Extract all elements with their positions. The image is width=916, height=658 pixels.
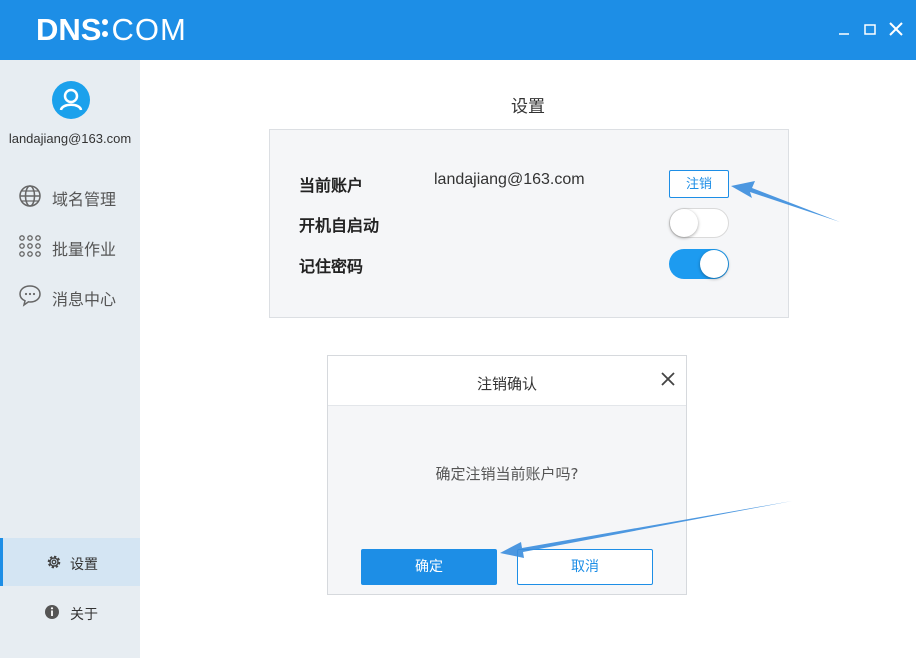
app-logo: DNS COM <box>36 12 187 47</box>
sidebar-item-about[interactable]: 关于 <box>0 588 140 636</box>
sidebar-item-label: 域名管理 <box>52 190 117 209</box>
globe-icon <box>19 185 41 207</box>
dialog-title: 注销确认 <box>476 375 537 393</box>
dialog-header: 注销确认 <box>328 356 686 406</box>
sidebar-item-label: 消息中心 <box>52 290 117 309</box>
remember-password-toggle[interactable] <box>669 249 729 279</box>
minimize-icon[interactable] <box>836 20 854 38</box>
chat-bubble-icon <box>19 285 41 307</box>
sidebar-item-settings[interactable]: 设置 <box>0 538 140 586</box>
sidebar-item-batch-jobs[interactable]: 批量作业 <box>0 226 140 266</box>
sidebar-item-label: 批量作业 <box>52 240 117 259</box>
remember-password-label: 记住密码 <box>299 257 364 276</box>
info-icon <box>45 605 59 619</box>
confirm-button[interactable]: 确定 <box>361 549 497 585</box>
sidebar-item-domain-management[interactable]: 域名管理 <box>0 176 140 216</box>
toggle-knob <box>700 250 728 278</box>
sidebar-item-message-center[interactable]: 消息中心 <box>0 276 140 316</box>
title-bar: DNS COM <box>0 0 916 60</box>
current-account-label: 当前账户 <box>299 176 364 195</box>
user-icon <box>59 88 83 111</box>
autostart-label: 开机自启动 <box>299 216 380 235</box>
current-account-value: landajiang@163.com <box>434 171 585 188</box>
page-title: 设置 <box>511 97 545 117</box>
grid-dots-icon <box>19 235 41 257</box>
maximize-icon[interactable] <box>862 20 880 38</box>
sidebar-item-label: 关于 <box>70 607 98 623</box>
user-email: landajiang@163.com <box>8 131 132 146</box>
close-icon[interactable] <box>887 20 905 38</box>
close-icon[interactable] <box>660 371 676 387</box>
dialog-message: 确定注销当前账户吗? <box>435 465 579 483</box>
avatar[interactable] <box>52 81 90 119</box>
sidebar-item-label: 设置 <box>70 557 98 573</box>
gear-icon <box>47 555 61 569</box>
logout-button[interactable]: 注销 <box>669 170 729 198</box>
cancel-button[interactable]: 取消 <box>517 549 653 585</box>
autostart-toggle[interactable] <box>669 208 729 238</box>
toggle-knob <box>670 209 698 237</box>
